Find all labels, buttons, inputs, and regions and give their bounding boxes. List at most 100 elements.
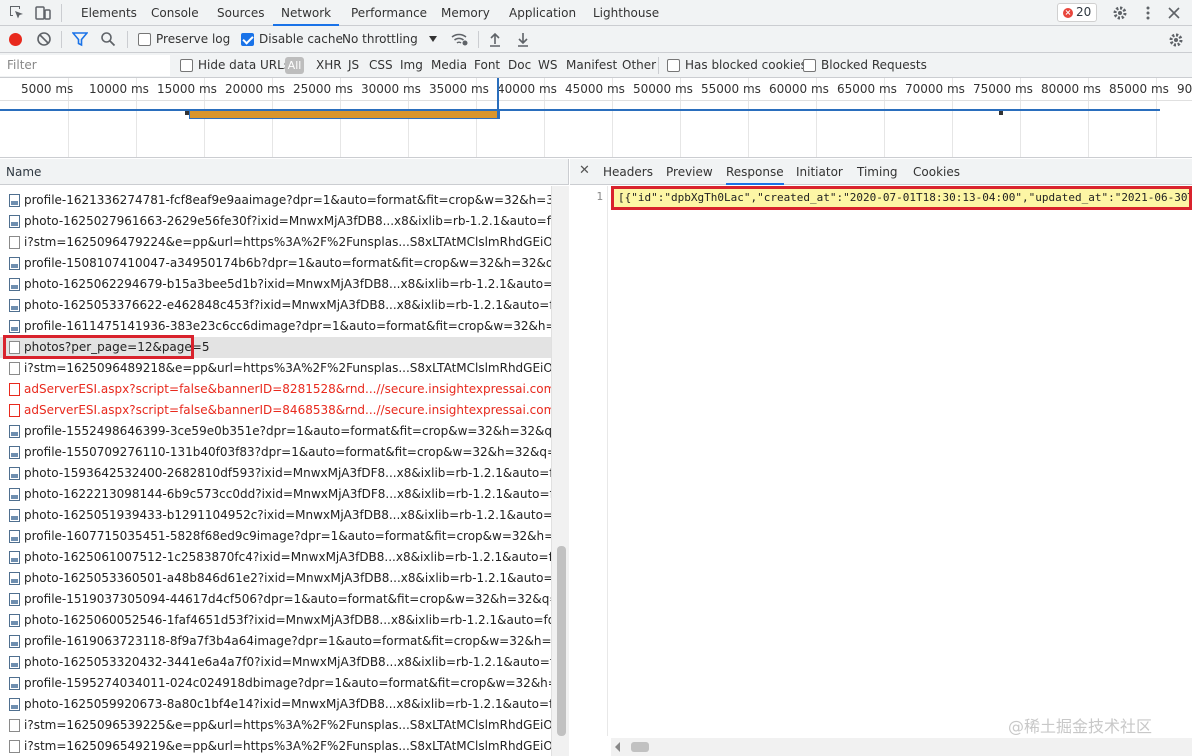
preserve-log-checkbox[interactable] <box>138 33 151 46</box>
request-name: adServerESI.aspx?script=false&bannerID=8… <box>24 403 551 417</box>
timeline-tick-label: 75000 ms <box>973 82 1033 96</box>
has-blocked-cookies-checkbox[interactable] <box>667 59 680 72</box>
scrollbar-thumb[interactable] <box>631 742 649 752</box>
request-row[interactable]: photo-1625062294679-b15a3bee5d1b?ixid=Mn… <box>0 274 551 295</box>
type-filter-js[interactable]: JS <box>348 58 359 72</box>
error-count-badge[interactable]: × 20 <box>1057 3 1097 22</box>
type-filter-manifest[interactable]: Manifest <box>566 58 617 72</box>
close-detail-icon[interactable]: ✕ <box>579 163 590 178</box>
inspect-element-icon[interactable] <box>8 4 26 22</box>
tab-headers[interactable]: Headers <box>603 159 653 185</box>
request-row[interactable]: profile-1607715035451-5828f68ed9c9image?… <box>0 526 551 547</box>
type-filter-xhr[interactable]: XHR <box>316 58 342 72</box>
watermark: @稀土掘金技术社区 <box>1008 717 1153 736</box>
file-type-icon <box>9 530 20 543</box>
hide-data-urls-checkbox[interactable] <box>180 59 193 72</box>
type-filter-ws[interactable]: WS <box>538 58 557 72</box>
request-row[interactable]: photo-1625051939433-b1291104952c?ixid=Mn… <box>0 505 551 526</box>
type-filter-other[interactable]: Other <box>622 58 656 72</box>
request-row[interactable]: profile-1519037305094-44617d4cf506?dpr=1… <box>0 589 551 610</box>
request-row[interactable]: profile-1621336274781-fcf8eaf9e9aaimage?… <box>0 190 551 211</box>
gear-icon[interactable] <box>1111 4 1129 22</box>
scrollbar-thumb[interactable] <box>557 546 566 736</box>
response-horizontal-scrollbar[interactable] <box>611 738 1192 756</box>
request-row[interactable]: adServerESI.aspx?script=false&bannerID=8… <box>0 400 551 421</box>
request-row[interactable]: photo-1625053376622-e462848c453f?ixid=Mn… <box>0 295 551 316</box>
file-type-icon <box>9 614 20 627</box>
scroll-left-arrow-icon[interactable] <box>615 742 620 752</box>
request-row[interactable]: photo-1625053360501-a48b846d61e2?ixid=Mn… <box>0 568 551 589</box>
type-filter-all[interactable]: All <box>285 57 304 74</box>
tab-response[interactable]: Response <box>726 159 784 185</box>
file-type-icon <box>9 635 20 648</box>
export-har-icon[interactable] <box>516 31 534 49</box>
chevron-down-icon[interactable] <box>429 36 437 42</box>
has-blocked-cookies-label[interactable]: Has blocked cookies <box>685 58 807 72</box>
network-conditions-icon[interactable] <box>451 31 469 49</box>
name-column-header[interactable]: Name <box>0 159 569 185</box>
type-filter-css[interactable]: CSS <box>369 58 393 72</box>
request-row[interactable]: profile-1550709276110-131b40f03f83?dpr=1… <box>0 442 551 463</box>
record-icon[interactable] <box>9 33 22 46</box>
file-type-icon <box>9 656 20 669</box>
tab-preview[interactable]: Preview <box>666 159 713 185</box>
type-filter-font[interactable]: Font <box>474 58 500 72</box>
type-filter-img[interactable]: Img <box>400 58 423 72</box>
tab-network[interactable]: Network <box>273 0 340 26</box>
tab-sources[interactable]: Sources <box>217 0 264 26</box>
tab-performance[interactable]: Performance <box>351 0 427 26</box>
preserve-log-label[interactable]: Preserve log <box>156 32 230 46</box>
request-row[interactable]: photo-1625027961663-2629e56fe30f?ixid=Mn… <box>0 211 551 232</box>
filter-input[interactable]: Filter <box>0 55 170 76</box>
disable-cache-label[interactable]: Disable cache <box>259 32 343 46</box>
request-list-scrollbar[interactable] <box>551 186 569 756</box>
request-row[interactable]: i?stm=1625096489218&e=pp&url=https%3A%2F… <box>0 358 551 379</box>
timeline-tick-label: 60000 ms <box>769 82 829 96</box>
blocked-requests-label[interactable]: Blocked Requests <box>821 58 927 72</box>
network-settings-gear-icon[interactable] <box>1167 31 1185 49</box>
blocked-requests-checkbox[interactable] <box>803 59 816 72</box>
type-filter-doc[interactable]: Doc <box>508 58 531 72</box>
request-row[interactable]: profile-1611475141936-383e23c6cc6dimage?… <box>0 316 551 337</box>
tab-cookies[interactable]: Cookies <box>913 159 960 185</box>
response-body-text[interactable]: [{"id":"dpbXgTh0Lac","created_at":"2020-… <box>618 191 1189 204</box>
type-filter-media[interactable]: Media <box>431 58 467 72</box>
request-row[interactable]: adServerESI.aspx?script=false&bannerID=8… <box>0 379 551 400</box>
filter-icon[interactable] <box>71 31 90 49</box>
request-row[interactable]: photo-1625060052546-1faf4651d53f?ixid=Mn… <box>0 610 551 631</box>
tab-initiator[interactable]: Initiator <box>796 159 843 185</box>
devtools-tab-bar: Elements Console Sources Network Perform… <box>0 0 1192 26</box>
clear-icon[interactable] <box>36 31 54 49</box>
more-options-icon[interactable] <box>1139 4 1157 22</box>
request-row[interactable]: profile-1508107410047-a34950174b6b?dpr=1… <box>0 253 551 274</box>
tab-lighthouse[interactable]: Lighthouse <box>593 0 659 26</box>
device-toolbar-icon[interactable] <box>34 4 52 22</box>
request-row[interactable]: photo-1625053320432-3441e6a4a7f0?ixid=Mn… <box>0 652 551 673</box>
request-row[interactable]: photo-1625059920673-8a80c1bf4e14?ixid=Mn… <box>0 694 551 715</box>
tab-console[interactable]: Console <box>151 0 199 26</box>
close-devtools-icon[interactable] <box>1165 4 1183 22</box>
timeline-overview[interactable]: 5000 ms 10000 ms 15000 ms 20000 ms 25000 ms 3… <box>0 78 1192 158</box>
request-row[interactable]: photo-1622213098144-6b9c573cc0dd?ixid=Mn… <box>0 484 551 505</box>
throttling-select[interactable]: No throttling <box>342 32 418 46</box>
tab-memory[interactable]: Memory <box>441 0 490 26</box>
request-row[interactable]: profile-1595274034011-024c024918dbimage?… <box>0 673 551 694</box>
import-har-icon[interactable] <box>488 31 506 49</box>
tab-timing[interactable]: Timing <box>857 159 898 185</box>
request-row[interactable]: i?stm=1625096479224&e=pp&url=https%3A%2F… <box>0 232 551 253</box>
request-row[interactable]: i?stm=1625096549219&e=pp&url=https%3A%2F… <box>0 736 551 756</box>
response-viewer[interactable]: 1 [{"id":"dpbXgTh0Lac","created_at":"202… <box>570 186 1192 756</box>
request-row[interactable]: profile-1619063723118-8f9a7f3b4a64image?… <box>0 631 551 652</box>
file-type-icon <box>9 236 20 249</box>
disable-cache-checkbox[interactable] <box>241 33 254 46</box>
tab-application[interactable]: Application <box>509 0 576 26</box>
request-row[interactable]: photo-1625061007512-1c2583870fc4?ixid=Mn… <box>0 547 551 568</box>
tab-elements[interactable]: Elements <box>81 0 137 26</box>
request-row[interactable]: profile-1552498646399-3ce59e0b351e?dpr=1… <box>0 421 551 442</box>
hide-data-urls-label[interactable]: Hide data URLs <box>198 58 290 72</box>
request-row[interactable]: i?stm=1625096539225&e=pp&url=https%3A%2F… <box>0 715 551 736</box>
file-type-icon <box>9 698 20 711</box>
request-row[interactable]: photo-1593642532400-2682810df593?ixid=Mn… <box>0 463 551 484</box>
search-icon[interactable] <box>100 31 118 49</box>
file-type-icon <box>9 215 20 228</box>
